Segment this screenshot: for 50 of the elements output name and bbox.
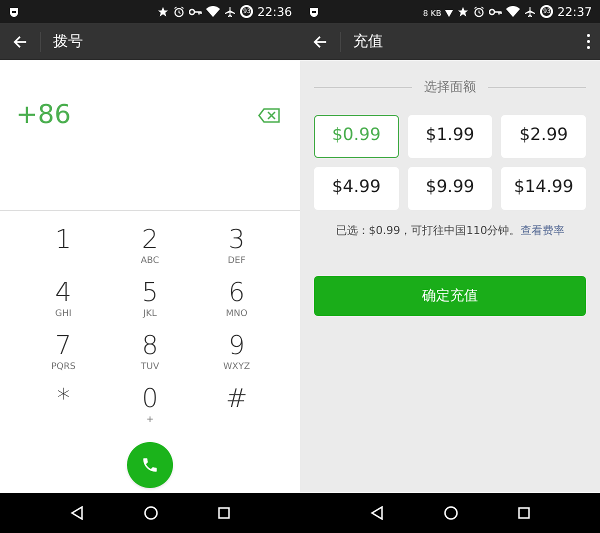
dial-key[interactable]: 6 MNO bbox=[193, 278, 280, 331]
clock: 22:37 bbox=[557, 4, 592, 20]
key-icon bbox=[489, 6, 502, 16]
back-icon[interactable] bbox=[70, 506, 84, 520]
key-icon bbox=[189, 6, 202, 16]
dial-key[interactable]: 2 ABC bbox=[106, 225, 194, 278]
star-icon bbox=[457, 6, 470, 18]
amount-option[interactable]: $9.99 bbox=[408, 166, 492, 210]
alarm-icon bbox=[173, 6, 186, 18]
wifi-icon bbox=[506, 6, 520, 17]
amount-option[interactable]: $4.99 bbox=[314, 166, 399, 210]
clock: 22:36 bbox=[257, 4, 292, 20]
dial-key[interactable]: 1 bbox=[20, 225, 107, 278]
dial-key[interactable]: # bbox=[193, 384, 280, 437]
dial-key[interactable]: 8 TUV bbox=[106, 331, 194, 384]
shield-icon bbox=[308, 6, 320, 18]
dial-key[interactable]: * bbox=[20, 384, 107, 437]
airplane-icon bbox=[524, 6, 536, 18]
airplane-icon bbox=[224, 6, 236, 18]
phone-number: +86 bbox=[16, 98, 72, 132]
alarm-icon bbox=[473, 6, 486, 18]
dial-key[interactable]: 3 DEF bbox=[193, 225, 280, 278]
backspace-icon bbox=[258, 108, 280, 122]
amount-option[interactable]: $14.99 bbox=[501, 166, 586, 210]
amount-option[interactable]: $2.99 bbox=[501, 114, 586, 158]
rates-link[interactable]: 查看费率 bbox=[520, 224, 564, 236]
network-speed: 8 KB bbox=[423, 8, 442, 20]
home-icon[interactable] bbox=[144, 506, 158, 520]
selection-summary: 已选：$0.99，可打往中国110分钟。 bbox=[336, 224, 520, 236]
phone-icon bbox=[141, 456, 159, 474]
toolbar-title: 拨号 bbox=[53, 31, 84, 52]
back-arrow-icon bbox=[13, 34, 27, 48]
section-title: 选择面额 bbox=[424, 79, 476, 97]
call-button[interactable] bbox=[127, 442, 173, 488]
home-icon[interactable] bbox=[444, 506, 458, 520]
back-icon[interactable] bbox=[370, 506, 384, 520]
toolbar-title: 充值 bbox=[353, 31, 384, 52]
amount-option[interactable]: $1.99 bbox=[408, 114, 492, 158]
dial-key[interactable]: 4 GHI bbox=[20, 278, 107, 331]
dial-key[interactable]: 5 JKL bbox=[106, 278, 194, 331]
dial-key[interactable]: 7 PQRS bbox=[20, 331, 107, 384]
download-icon bbox=[445, 10, 454, 17]
recents-icon[interactable] bbox=[518, 507, 530, 519]
shield-icon bbox=[8, 6, 20, 18]
star-icon bbox=[157, 6, 170, 18]
recents-icon[interactable] bbox=[218, 507, 230, 519]
dial-key[interactable]: 0 + bbox=[106, 384, 194, 437]
back-arrow-icon bbox=[313, 34, 327, 48]
dial-key[interactable]: 9 WXYZ bbox=[193, 331, 280, 384]
wifi-icon bbox=[206, 6, 220, 17]
